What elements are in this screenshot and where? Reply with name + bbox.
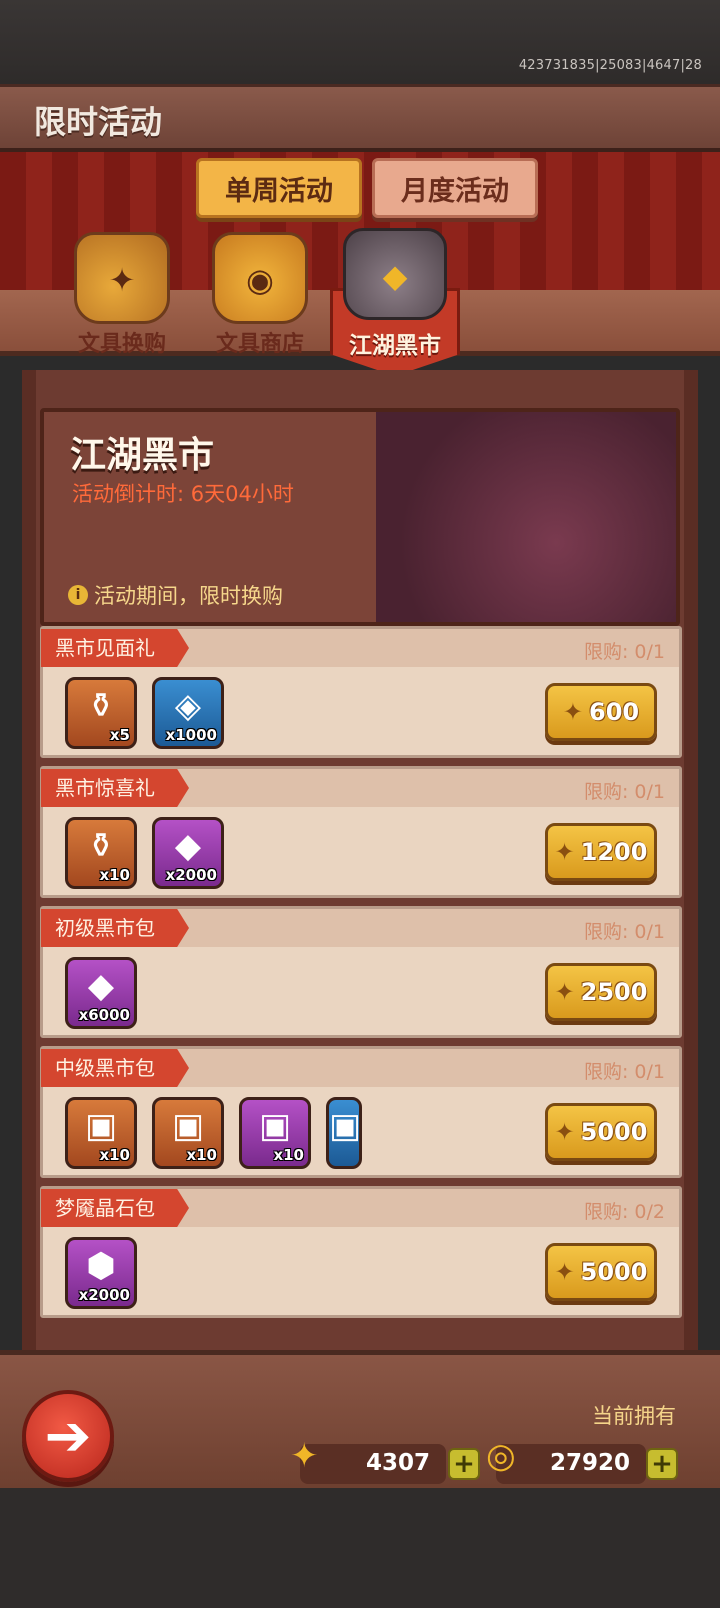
category-black-market[interactable]: ◆ bbox=[330, 228, 460, 320]
reward-item[interactable]: ▣ bbox=[326, 1097, 362, 1169]
add-coin-button[interactable]: + bbox=[646, 1448, 678, 1480]
category-label: 文具商店 bbox=[215, 332, 304, 357]
back-arrow-icon: ➔ bbox=[44, 1403, 92, 1469]
deal-card: 中级黑市包 限购: 0/1 ▣ x10 ▣ x10 ▣ x10 ▣ ✦ 5000 bbox=[40, 1046, 682, 1178]
item-count: x10 bbox=[273, 1146, 304, 1164]
gold-ingot-value: 4307 bbox=[365, 1450, 430, 1476]
deal-name: 初级黑市包 bbox=[41, 909, 189, 947]
coffin-token-icon: ⚱ bbox=[86, 826, 116, 866]
event-note: i 活动期间，限时换购 bbox=[68, 580, 283, 610]
event-banner: 江湖黑市 活动倒计时: 6天04小时 i 活动期间，限时换购 bbox=[40, 408, 680, 626]
reward-item[interactable]: ⚱ x5 bbox=[65, 677, 137, 749]
tab-weekly[interactable]: 单周活动 bbox=[196, 158, 362, 218]
deal-name: 梦魇晶石包 bbox=[41, 1189, 189, 1227]
price-value: 1200 bbox=[580, 838, 648, 866]
gold-ingot-icon: ✦ bbox=[554, 978, 575, 1006]
gold-chest-icon: ▣ bbox=[258, 1106, 292, 1146]
leather-scrap-icon: ◈ bbox=[174, 686, 202, 726]
bottom-area bbox=[0, 1488, 720, 1608]
backpack-icon: ◉ bbox=[212, 232, 308, 324]
page-title: 限时活动 bbox=[34, 103, 163, 141]
deal-header: 初级黑市包 限购: 0/1 bbox=[41, 909, 679, 947]
reward-item[interactable]: ◆ x2000 bbox=[152, 817, 224, 889]
deal-card: 黑市见面礼 限购: 0/1 ⚱ x5 ◈ x1000 ✦ 600 bbox=[40, 626, 682, 758]
deal-card: 初级黑市包 限购: 0/1 ◆ x6000 ✦ 2500 bbox=[40, 906, 682, 1038]
reward-item[interactable]: ▣ x10 bbox=[152, 1097, 224, 1169]
buy-button[interactable]: ✦ 5000 bbox=[545, 1103, 657, 1161]
page-header: 限时活动 bbox=[0, 84, 720, 152]
reward-item[interactable]: ⬢ x2000 bbox=[65, 1237, 137, 1309]
add-gold-ingot-button[interactable]: + bbox=[448, 1448, 480, 1480]
deal-card: 梦魇晶石包 限购: 0/2 ⬢ x2000 ✦ 5000 bbox=[40, 1186, 682, 1318]
blue-gem-icon: ◆ bbox=[87, 966, 115, 1006]
gold-ingot-icon: ✦ bbox=[562, 698, 583, 726]
item-count: x5 bbox=[109, 726, 130, 744]
purchase-limit: 限购: 0/1 bbox=[583, 921, 665, 943]
item-count: x1000 bbox=[165, 726, 217, 744]
gold-ingot-icon: ✦ bbox=[554, 838, 575, 866]
silver-chest-icon: ▣ bbox=[84, 1106, 118, 1146]
deal-name: 中级黑市包 bbox=[41, 1049, 189, 1087]
purchase-limit: 限购: 0/1 bbox=[583, 1061, 665, 1083]
deal-header: 黑市惊喜礼 限购: 0/1 bbox=[41, 769, 679, 807]
purchase-limit: 限购: 0/2 bbox=[583, 1201, 665, 1223]
price-value: 600 bbox=[589, 698, 640, 726]
gold-ingot-icon: ✦ bbox=[290, 1436, 319, 1476]
reward-item[interactable]: ▣ x10 bbox=[65, 1097, 137, 1169]
category-label: 江湖黑市 bbox=[349, 333, 441, 359]
coin-icon: ◎ bbox=[486, 1436, 516, 1476]
deal-header: 梦魇晶石包 限购: 0/2 bbox=[41, 1189, 679, 1227]
item-count: x2000 bbox=[78, 1286, 130, 1304]
owned-label: 当前拥有 bbox=[592, 1404, 676, 1428]
reward-item[interactable]: ◆ x6000 bbox=[65, 957, 137, 1029]
item-count: x2000 bbox=[165, 866, 217, 884]
info-icon: i bbox=[68, 585, 88, 605]
item-count: x10 bbox=[99, 866, 130, 884]
blue-gem-icon: ◆ bbox=[174, 826, 202, 866]
gold-ingot-icon: ✦ bbox=[554, 1118, 575, 1146]
price-value: 5000 bbox=[580, 1118, 648, 1146]
coin-value: 27920 bbox=[549, 1450, 630, 1476]
reward-item[interactable]: ◈ x1000 bbox=[152, 677, 224, 749]
category-stationery-exchange[interactable]: ✦ 文具换购 bbox=[62, 232, 182, 358]
banner-title: 江湖黑市 bbox=[70, 435, 215, 476]
purchase-limit: 限购: 0/1 bbox=[583, 641, 665, 663]
deal-header: 中级黑市包 限购: 0/1 bbox=[41, 1049, 679, 1087]
banner-illustration bbox=[376, 412, 676, 622]
coin-balance: ◎ 27920 bbox=[486, 1436, 646, 1484]
category-stationery-shop[interactable]: ◉ 文具商店 bbox=[200, 232, 320, 358]
tab-monthly[interactable]: 月度活动 bbox=[372, 158, 538, 218]
bag-icon: ✦ bbox=[74, 232, 170, 324]
buy-button[interactable]: ✦ 5000 bbox=[545, 1243, 657, 1301]
purse-icon: ◆ bbox=[343, 228, 447, 320]
event-note-text: 活动期间，限时换购 bbox=[94, 584, 283, 608]
item-count: x6000 bbox=[78, 1006, 130, 1024]
version-text: 423731835|25083|4647|28 bbox=[518, 58, 702, 73]
nightmare-crystal-icon: ⬢ bbox=[86, 1246, 116, 1286]
price-value: 2500 bbox=[580, 978, 648, 1006]
deal-name: 黑市见面礼 bbox=[41, 629, 189, 667]
gold-ingot-icon: ✦ bbox=[554, 1258, 575, 1286]
buy-button[interactable]: ✦ 1200 bbox=[545, 823, 657, 881]
deal-card: 黑市惊喜礼 限购: 0/1 ⚱ x10 ◆ x2000 ✦ 1200 bbox=[40, 766, 682, 898]
item-count: x10 bbox=[186, 1146, 217, 1164]
deal-header: 黑市见面礼 限购: 0/1 bbox=[41, 629, 679, 667]
coffin-token-icon: ⚱ bbox=[86, 686, 116, 726]
deal-name: 黑市惊喜礼 bbox=[41, 769, 189, 807]
back-button[interactable]: ➔ bbox=[22, 1390, 114, 1482]
reward-item[interactable]: ⚱ x10 bbox=[65, 817, 137, 889]
red-chest-icon: ▣ bbox=[329, 1106, 362, 1146]
category-label: 文具换购 bbox=[77, 332, 166, 357]
reward-item[interactable]: ▣ x10 bbox=[239, 1097, 311, 1169]
item-count: x10 bbox=[99, 1146, 130, 1164]
blue-chest-icon: ▣ bbox=[171, 1106, 205, 1146]
countdown-text: 活动倒计时: 6天04小时 bbox=[72, 482, 294, 506]
purchase-limit: 限购: 0/1 bbox=[583, 781, 665, 803]
buy-button[interactable]: ✦ 600 bbox=[545, 683, 657, 741]
buy-button[interactable]: ✦ 2500 bbox=[545, 963, 657, 1021]
tab-bar: 单周活动 月度活动 bbox=[196, 158, 546, 220]
price-value: 5000 bbox=[580, 1258, 648, 1286]
gold-ingot-balance: ✦ 4307 bbox=[290, 1436, 446, 1484]
